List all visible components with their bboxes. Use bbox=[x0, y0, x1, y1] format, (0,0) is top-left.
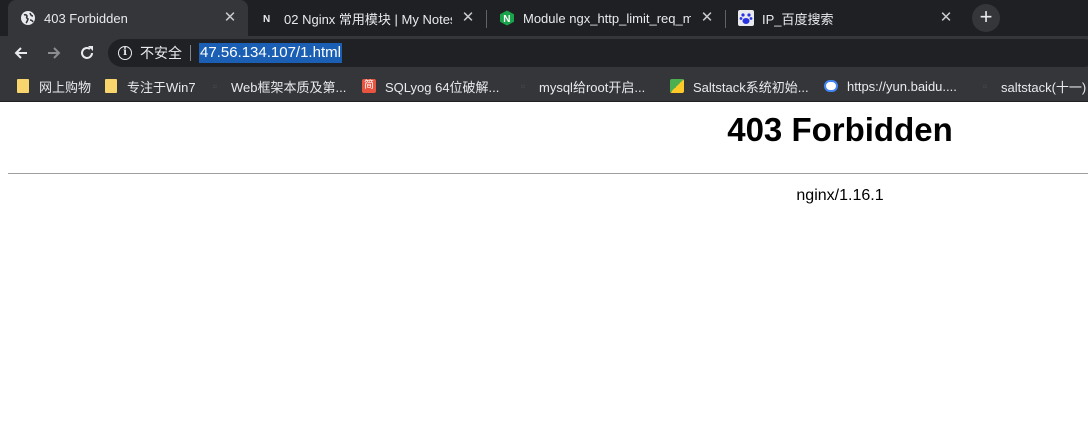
folder-icon bbox=[104, 79, 118, 93]
bookmark-item[interactable]: ▫ mysql给root开启... bbox=[516, 76, 645, 96]
close-icon[interactable]: ✕ bbox=[699, 10, 715, 26]
divider bbox=[190, 45, 191, 61]
bookmark-item[interactable]: https://yun.baidu.... bbox=[824, 76, 957, 96]
reload-button[interactable] bbox=[74, 40, 100, 66]
bookmarks-bar: 网上购物 专注于Win7 ▫ Web框架本质及第... 简 SQLyog 64位… bbox=[0, 70, 1088, 102]
arrow-right-icon bbox=[48, 47, 61, 59]
bookmark-label: 网上购物 bbox=[39, 79, 92, 95]
baidu-cloud-icon bbox=[824, 79, 838, 93]
bookmark-label: mysql给root开启... bbox=[539, 79, 646, 95]
address-bar[interactable]: i 不安全 47.56.134.107/1.html bbox=[108, 39, 1088, 67]
server-signature: nginx/1.16.1 bbox=[796, 187, 884, 204]
page-heading: 403 Forbidden bbox=[727, 111, 953, 148]
page-icon: ▫ bbox=[982, 79, 988, 93]
horizontal-rule bbox=[8, 173, 1088, 174]
bookmark-label: 专注于Win7 bbox=[127, 79, 196, 95]
forward-button[interactable] bbox=[41, 40, 67, 66]
tab-title: 02 Nginx 常用模块 | My Notes bbox=[284, 11, 452, 27]
baidu-paw-icon bbox=[738, 10, 754, 26]
bookmark-item[interactable]: 网上购物 bbox=[16, 76, 91, 96]
page-icon: ▫ bbox=[520, 79, 526, 93]
saltstack-icon bbox=[670, 79, 684, 93]
bookmark-item[interactable]: ▫ saltstack(十一) bbox=[978, 76, 1086, 96]
tab-strip: 403 Forbidden ✕ N 02 Nginx 常用模块 | My Not… bbox=[0, 0, 1088, 36]
tab-nginx-module[interactable]: N Module ngx_http_limit_req_m ✕ bbox=[487, 0, 725, 36]
bookmark-item[interactable]: 专注于Win7 bbox=[104, 76, 196, 96]
bookmark-label: https://yun.baidu.... bbox=[847, 78, 957, 94]
tab-403-forbidden[interactable]: 403 Forbidden ✕ bbox=[8, 0, 248, 36]
jian-icon: 简 bbox=[362, 79, 376, 93]
toolbar: i 不安全 47.56.134.107/1.html bbox=[0, 36, 1088, 70]
bookmark-item[interactable]: Saltstack系统初始... bbox=[670, 76, 809, 96]
svg-text:N: N bbox=[263, 14, 270, 25]
tab-nginx-notes[interactable]: N 02 Nginx 常用模块 | My Notes ✕ bbox=[248, 0, 486, 36]
security-label[interactable]: 不安全 bbox=[140, 43, 182, 63]
page-icon: ▫ bbox=[212, 79, 218, 93]
bookmark-label: Web框架本质及第... bbox=[231, 79, 347, 95]
nginx-icon: N bbox=[499, 10, 515, 26]
url-text[interactable]: 47.56.134.107/1.html bbox=[199, 43, 342, 63]
close-icon[interactable]: ✕ bbox=[938, 10, 954, 26]
reload-icon bbox=[81, 46, 93, 59]
bookmark-label: Saltstack系统初始... bbox=[693, 79, 809, 95]
page-content: 403 Forbidden nginx/1.16.1 bbox=[0, 103, 1088, 421]
notion-icon: N bbox=[260, 10, 276, 26]
info-icon[interactable]: i bbox=[118, 46, 132, 60]
close-icon[interactable]: ✕ bbox=[222, 10, 238, 26]
bookmark-label: saltstack(十一) bbox=[1001, 79, 1087, 95]
globe-icon bbox=[20, 10, 36, 26]
new-tab-button[interactable]: + bbox=[972, 4, 1000, 32]
bookmark-item[interactable]: 简 SQLyog 64位破解... bbox=[362, 76, 499, 96]
tab-title: Module ngx_http_limit_req_m bbox=[523, 10, 691, 26]
tab-title: IP_百度搜索 bbox=[762, 11, 834, 27]
svg-text:N: N bbox=[503, 14, 510, 25]
folder-icon bbox=[16, 79, 30, 93]
bookmark-item[interactable]: ▫ Web框架本质及第... bbox=[208, 76, 346, 96]
tab-title: 403 Forbidden bbox=[44, 10, 128, 26]
arrow-left-icon bbox=[14, 47, 27, 59]
back-button[interactable] bbox=[8, 40, 34, 66]
close-icon[interactable]: ✕ bbox=[460, 10, 476, 26]
tab-baidu-search[interactable]: IP_百度搜索 ✕ bbox=[726, 0, 964, 36]
bookmark-label: SQLyog 64位破解... bbox=[385, 79, 500, 95]
